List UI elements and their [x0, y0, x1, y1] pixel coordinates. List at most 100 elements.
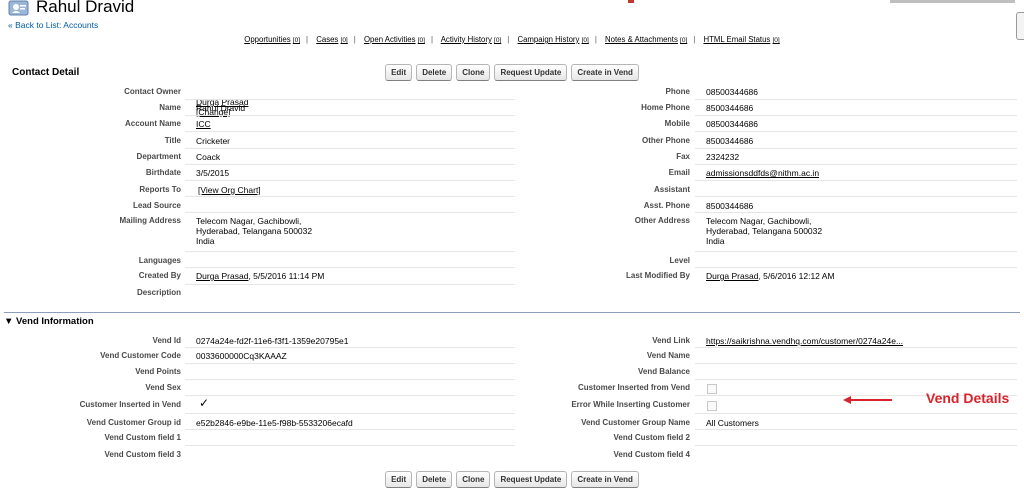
- clone-button[interactable]: Clone: [456, 64, 491, 81]
- vend-custom-field-1-label: Vend Custom field 1: [104, 433, 181, 442]
- last-modified-by-label: Last Modified By: [625, 271, 690, 280]
- vend-points-label: Vend Points: [135, 367, 181, 376]
- vend-customer-group-id-label: Vend Customer Group id: [86, 418, 181, 427]
- related-link-opportunities[interactable]: Opportunities [0]: [244, 35, 300, 44]
- related-link-campaign-history[interactable]: Campaign History [0]: [517, 35, 588, 44]
- other-address-value: Telecom Nagar, Gachibowli, Hyderabad, Te…: [706, 216, 823, 246]
- home-phone-value: 8500344686: [706, 103, 754, 113]
- create-in-vend-button[interactable]: Create in Vend: [571, 64, 639, 81]
- birthdate-value: 3/5/2015: [196, 168, 230, 178]
- row-divider: [695, 429, 1017, 430]
- row-divider: [185, 180, 515, 181]
- contact-card-icon: [8, 0, 29, 16]
- name-value: Rahul Dravid: [196, 103, 246, 113]
- row-divider: [185, 347, 515, 348]
- request-update-button[interactable]: Request Update: [494, 471, 568, 488]
- asst-phone-value: 8500344686: [706, 201, 754, 211]
- customer-inserted-from-vend-label: Customer Inserted from Vend: [577, 383, 690, 392]
- related-link-html-email-status[interactable]: HTML Email Status [0]: [703, 35, 779, 44]
- related-link-activity-history[interactable]: Activity History [0]: [441, 35, 502, 44]
- vend-link-label: Vend Link: [652, 336, 690, 345]
- top-button-row: Edit Delete Clone Request Update Create …: [0, 64, 1024, 81]
- row-divider: [185, 148, 515, 149]
- section-divider: [4, 312, 1020, 313]
- create-in-vend-button[interactable]: Create in Vend: [571, 471, 639, 488]
- account-name-link[interactable]: ICC: [196, 119, 211, 129]
- related-link-cases[interactable]: Cases [0]: [316, 35, 348, 44]
- edit-button[interactable]: Edit: [385, 64, 413, 81]
- vend-id-value: 0274a24e-fd2f-11e6-f3f1-1359e20795e1: [196, 336, 349, 346]
- vend-id-label: Vend Id: [152, 336, 181, 345]
- row-divider: [695, 251, 1017, 252]
- languages-label: Languages: [138, 256, 181, 265]
- edit-button[interactable]: Edit: [385, 471, 413, 488]
- created-by-value: Durga Prasad, 5/5/2016 11:14 PM: [196, 271, 324, 281]
- back-to-list-link[interactable]: « Back to List: Accounts: [8, 20, 98, 30]
- other-phone-label: Other Phone: [641, 136, 690, 145]
- last-modified-by-value: Durga Prasad, 5/6/2016 12:12 AM: [706, 271, 835, 281]
- birthdate-label: Birthdate: [145, 168, 181, 177]
- lead-source-label: Lead Source: [132, 201, 181, 210]
- view-org-chart-link[interactable]: [View Org Chart]: [198, 185, 261, 195]
- mobile-value: 08500344686: [706, 119, 759, 129]
- bottom-button-row: Edit Delete Clone Request Update Create …: [0, 471, 1024, 488]
- row-divider: [185, 267, 515, 268]
- row-divider: [185, 429, 515, 430]
- clone-button[interactable]: Clone: [456, 471, 491, 488]
- title-value: Cricketer: [196, 136, 231, 146]
- related-link-open-activities[interactable]: Open Activities [0]: [364, 35, 425, 44]
- vend-link[interactable]: https://saikrishna.vendhq.com/customer/0…: [706, 336, 903, 346]
- page-title: Rahul Dravid: [36, 0, 135, 16]
- row-divider: [185, 99, 515, 100]
- row-divider: [185, 196, 515, 197]
- name-label: Name: [159, 103, 181, 112]
- phone-label: Phone: [665, 87, 690, 96]
- row-divider: [695, 445, 1017, 446]
- department-value: Coack: [196, 152, 221, 162]
- row-divider: [185, 413, 515, 414]
- row-divider: [185, 379, 515, 380]
- mobile-label: Mobile: [664, 119, 690, 128]
- mailing-address-value: Telecom Nagar, Gachibowli, Hyderabad, Te…: [196, 216, 313, 246]
- level-label: Level: [669, 256, 690, 265]
- customer-inserted-in-vend-label: Customer Inserted in Vend: [79, 400, 181, 409]
- description-label: Description: [136, 288, 181, 297]
- account-name-label: Account Name: [124, 119, 181, 128]
- vend-customer-code-label: Vend Customer Code: [100, 351, 181, 360]
- home-phone-label: Home Phone: [641, 103, 690, 112]
- vend-customer-group-id-value: e52b2846-e9be-11e5-f98b-5533206ecafd: [196, 418, 353, 428]
- created-by-user-link[interactable]: Durga Prasad: [196, 271, 248, 281]
- row-divider: [695, 267, 1017, 268]
- department-label: Department: [136, 152, 181, 161]
- top-links-fragment: [890, 0, 1015, 3]
- error-while-inserting-customer-label: Error While Inserting Customer: [571, 400, 690, 409]
- related-link-notes-attachments[interactable]: Notes & Attachments [0]: [605, 35, 687, 44]
- related-list-links: Opportunities [0] | Cases [0] | Open Activ…: [244, 35, 780, 44]
- fax-label: Fax: [676, 152, 690, 161]
- top-red-fragment: [628, 0, 634, 3]
- vend-information-heading[interactable]: ▼ Vend Information: [4, 316, 94, 327]
- checked-checkmark-icon: ✓: [199, 396, 210, 410]
- assistant-label: Assistant: [653, 185, 690, 194]
- row-divider: [695, 347, 1017, 348]
- email-link[interactable]: admissionsddfds@nithm.ac.in: [706, 168, 819, 178]
- vend-details-annotation: Vend Details: [926, 390, 1010, 406]
- vend-custom-field-3-label: Vend Custom field 3: [104, 450, 181, 459]
- row-divider: [695, 363, 1017, 364]
- row-divider: [185, 251, 515, 252]
- row-divider: [695, 115, 1017, 116]
- other-address-label: Other Address: [634, 216, 690, 225]
- fax-value: 2324232: [706, 152, 740, 162]
- delete-button[interactable]: Delete: [416, 64, 453, 81]
- row-divider: [695, 379, 1017, 380]
- row-divider: [695, 99, 1017, 100]
- delete-button[interactable]: Delete: [416, 471, 453, 488]
- vend-customer-group-name-label: Vend Customer Group Name: [581, 418, 690, 427]
- created-by-label: Created By: [138, 271, 181, 280]
- row-divider: [695, 413, 1017, 414]
- request-update-button[interactable]: Request Update: [494, 64, 568, 81]
- customer-inserted-from-vend-checkbox: [707, 384, 717, 394]
- vend-custom-field-4-label: Vend Custom field 4: [613, 450, 690, 459]
- error-while-inserting-checkbox: [707, 401, 717, 411]
- last-modified-user-link[interactable]: Durga Prasad: [706, 271, 758, 281]
